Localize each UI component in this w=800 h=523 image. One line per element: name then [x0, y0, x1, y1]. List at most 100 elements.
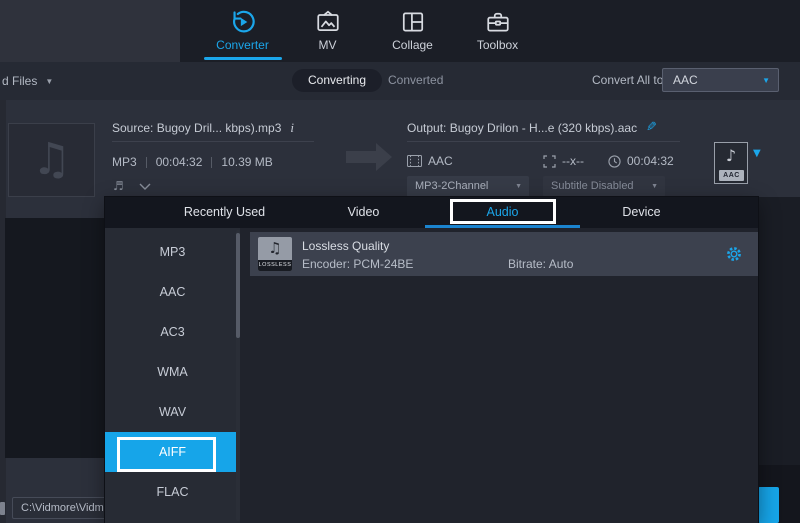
- dropdown-arrow-icon: ▼: [762, 76, 770, 85]
- edit-name-icon[interactable]: ✎: [646, 120, 657, 135]
- lossless-badge: LOSSLESS: [258, 260, 292, 271]
- convert-all-to-label: Convert All to:: [592, 69, 667, 92]
- expand-chevron-icon[interactable]: [139, 183, 151, 190]
- output-resolution: --x--: [562, 154, 584, 168]
- format-item-wma[interactable]: WMA: [105, 352, 240, 392]
- source-size: 10.39 MB: [221, 155, 272, 169]
- separator: [146, 157, 147, 168]
- format-label: WAV: [159, 405, 186, 419]
- source-meta: MP3 00:04:32 10.39 MB: [112, 155, 273, 169]
- output-duration-group: 00:04:32: [608, 154, 674, 168]
- converting-label: Converting: [308, 73, 366, 87]
- output-format-group: AAC: [407, 154, 453, 168]
- format-label: WMA: [157, 365, 188, 379]
- converter-icon: [230, 8, 256, 36]
- source-controls: ♬: [113, 179, 151, 193]
- file-thumbnail: ♫: [8, 123, 95, 197]
- resolution-icon: [543, 155, 556, 168]
- source-format: MP3: [112, 155, 137, 169]
- tab-audio[interactable]: Audio: [433, 197, 572, 228]
- output-divider: [407, 141, 680, 142]
- format-item-aac[interactable]: AAC: [105, 272, 240, 312]
- profile-title: Lossless Quality: [302, 239, 389, 253]
- format-badge: AAC: [719, 170, 744, 181]
- music-note-icon: ♫: [32, 138, 71, 182]
- output-resolution-group: --x--: [543, 154, 584, 168]
- tab-video[interactable]: Video: [294, 197, 433, 228]
- format-label: MP3: [160, 245, 186, 259]
- top-bar: Converter MV Collage: [0, 0, 800, 62]
- profile-row-lossless[interactable]: ♫ LOSSLESS Lossless Quality Encoder: PCM…: [250, 232, 758, 276]
- collage-icon: [400, 8, 426, 36]
- separator: [211, 157, 212, 168]
- output-label: Output: Bugoy Drilon - H...e (320 kbps).…: [407, 121, 637, 135]
- subtitle-value: Subtitle Disabled: [551, 176, 634, 197]
- tab-converter[interactable]: Converter: [200, 8, 285, 60]
- profile-list: ♫ LOSSLESS Lossless Quality Encoder: PCM…: [240, 228, 758, 523]
- music-track-icon[interactable]: ♬: [113, 179, 124, 193]
- profile-bitrate: Bitrate: Auto: [508, 257, 573, 271]
- tab-converting[interactable]: Converting: [292, 69, 382, 92]
- profile-encoder: Encoder: PCM-24BE: [302, 257, 413, 271]
- app-window: Converter MV Collage: [0, 0, 800, 523]
- dropdown-arrow-icon: ▼: [651, 183, 658, 190]
- tab-recently-used[interactable]: Recently Used: [155, 197, 294, 228]
- music-note-icon: ♫: [258, 238, 292, 258]
- music-note-icon: ♪: [715, 146, 747, 165]
- convert-all-to-dropdown[interactable]: AAC ▼: [662, 68, 779, 92]
- tab-collage[interactable]: Collage: [370, 8, 455, 60]
- file-list-background: [5, 218, 104, 458]
- source-row: Source: Bugoy Dril... kbps).mp3 i: [112, 120, 294, 136]
- format-icon: [407, 155, 422, 167]
- output-path-value: C:\Vidmore\Vidmor: [21, 498, 114, 518]
- add-files-label: d Files: [2, 74, 37, 88]
- format-label: AC3: [160, 325, 184, 339]
- format-label: FLAC: [157, 485, 189, 499]
- source-label: Source: Bugoy Dril... kbps).mp3: [112, 121, 281, 135]
- recently-used-label: Recently Used: [184, 205, 265, 219]
- dropdown-arrow-icon: ▼: [515, 183, 522, 190]
- tab-device[interactable]: Device: [572, 197, 711, 228]
- tab-converted[interactable]: Converted: [388, 69, 443, 92]
- info-icon[interactable]: i: [290, 120, 294, 136]
- tab-collage-label: Collage: [392, 38, 433, 52]
- clock-icon: [608, 155, 621, 168]
- format-label: AIFF: [159, 445, 186, 459]
- output-duration: 00:04:32: [627, 154, 674, 168]
- format-item-wav[interactable]: WAV: [105, 392, 240, 432]
- video-label: Video: [348, 205, 380, 219]
- convert-all-button[interactable]: [758, 487, 779, 523]
- source-duration: 00:04:32: [156, 155, 203, 169]
- format-item-flac[interactable]: FLAC: [105, 472, 240, 512]
- format-item-ac3[interactable]: AC3: [105, 312, 240, 352]
- convert-all-to-value: AAC: [673, 69, 698, 91]
- chevron-down-icon: ▼: [45, 77, 53, 86]
- format-picker-panel: Recently Used Video Audio Device MP3 AAC: [105, 197, 758, 523]
- active-tab-underline: [204, 57, 282, 60]
- format-picker-arrow-icon[interactable]: ▼: [753, 148, 761, 159]
- format-item-mp3[interactable]: MP3: [105, 232, 240, 272]
- convert-arrow-head: [376, 143, 392, 171]
- output-path-field[interactable]: C:\Vidmore\Vidmor: [12, 497, 116, 519]
- top-bar-left-region: [0, 0, 180, 62]
- converted-label: Converted: [388, 73, 443, 87]
- subtitle-dropdown[interactable]: Subtitle Disabled ▼: [543, 176, 665, 197]
- audio-track-value: MP3-2Channel: [415, 176, 488, 197]
- mv-icon: [315, 8, 341, 36]
- format-sidebar: MP3 AAC AC3 WMA WAV AIFF FLAC: [105, 228, 240, 523]
- format-label: AAC: [160, 285, 186, 299]
- output-format-thumbnail[interactable]: ♪ AAC: [714, 142, 748, 184]
- tab-mv-label: MV: [319, 38, 337, 52]
- add-files-button[interactable]: d Files ▼: [2, 62, 53, 100]
- format-item-aiff[interactable]: AIFF: [105, 432, 240, 472]
- settings-gear-icon[interactable]: [726, 246, 742, 267]
- toolbox-icon: [485, 8, 511, 36]
- audio-track-dropdown[interactable]: MP3-2Channel ▼: [407, 176, 529, 197]
- device-label: Device: [622, 205, 660, 219]
- format-picker-tabs: Recently Used Video Audio Device: [105, 197, 758, 228]
- tab-mv[interactable]: MV: [285, 8, 370, 60]
- lossless-format-icon: ♫ LOSSLESS: [258, 237, 292, 271]
- tab-toolbox-label: Toolbox: [477, 38, 518, 52]
- tab-toolbox[interactable]: Toolbox: [455, 8, 540, 60]
- output-row: Output: Bugoy Drilon - H...e (320 kbps).…: [407, 120, 657, 135]
